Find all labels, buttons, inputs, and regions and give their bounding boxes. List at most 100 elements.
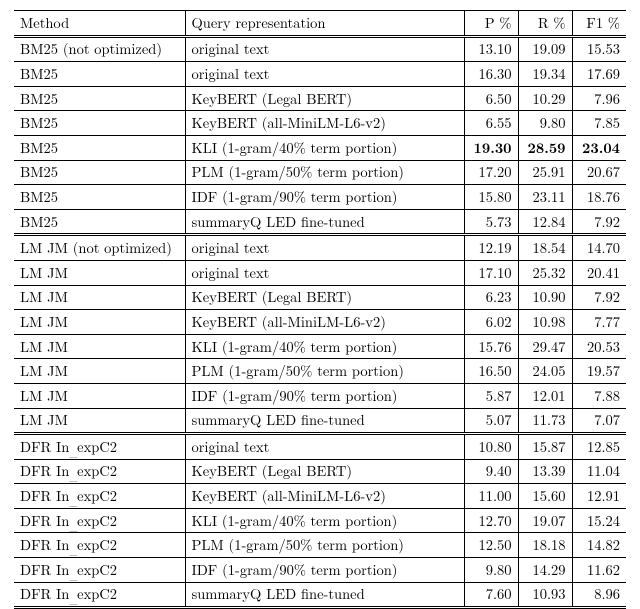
cell-precision: 7.60 [464,582,518,608]
cell-f1: 20.41 [572,260,626,285]
cell-precision: 11.00 [464,484,518,509]
cell-f1: 15.53 [572,36,626,62]
cell-precision: 12.50 [464,533,518,558]
cell-recall: 25.91 [518,160,572,185]
cell-method: BM25 [14,160,185,185]
table-row: DFR In_expC2KLI (1-gram/40% term portion… [14,508,626,533]
cell-method: BM25 [14,185,185,210]
col-f1: F1 % [572,11,626,37]
cell-query-representation: IDF (1-gram/90% term portion) [185,185,464,210]
cell-method: DFR In_expC2 [14,558,185,583]
cell-f1: 8.96 [572,582,626,608]
cell-f1: 11.04 [572,459,626,484]
table-row: BM25 (not optimized)original text13.1019… [14,36,626,62]
cell-query-representation: original text [185,36,464,62]
table-row: DFR In_expC2PLM (1-gram/50% term portion… [14,533,626,558]
cell-f1: 12.85 [572,434,626,460]
cell-recall: 28.59 [518,135,572,160]
cell-query-representation: original text [185,62,464,87]
cell-recall: 15.87 [518,434,572,460]
cell-query-representation: KLI (1-gram/40% term portion) [185,135,464,160]
cell-precision: 10.80 [464,434,518,460]
cell-precision: 15.80 [464,185,518,210]
cell-method: DFR In_expC2 [14,533,185,558]
cell-recall: 29.47 [518,334,572,359]
cell-query-representation: KeyBERT (all-MiniLM-L6-v2) [185,310,464,335]
table-row: LM JMKLI (1-gram/40% term portion)15.762… [14,334,626,359]
cell-f1: 7.88 [572,383,626,408]
cell-recall: 12.84 [518,209,572,235]
cell-precision: 19.30 [464,135,518,160]
cell-f1: 7.85 [572,111,626,136]
table-row: DFR In_expC2summaryQ LED fine-tuned7.601… [14,582,626,608]
cell-precision: 16.30 [464,62,518,87]
cell-query-representation: KLI (1-gram/40% term portion) [185,508,464,533]
cell-recall: 15.60 [518,484,572,509]
cell-precision: 5.73 [464,209,518,235]
table-row: DFR In_expC2KeyBERT (Legal BERT)9.4013.3… [14,459,626,484]
col-recall: R % [518,11,572,37]
cell-recall: 19.07 [518,508,572,533]
cell-recall: 19.09 [518,36,572,62]
table-row: LM JMsummaryQ LED fine-tuned5.0711.737.0… [14,408,626,434]
cell-method: LM JM [14,334,185,359]
col-method: Method [14,11,185,37]
cell-query-representation: original text [185,235,464,261]
cell-method: LM JM (not optimized) [14,235,185,261]
cell-recall: 9.80 [518,111,572,136]
cell-recall: 23.11 [518,185,572,210]
cell-precision: 9.80 [464,558,518,583]
cell-query-representation: PLM (1-gram/50% term portion) [185,160,464,185]
cell-f1: 23.04 [572,135,626,160]
cell-precision: 6.02 [464,310,518,335]
cell-f1: 7.92 [572,209,626,235]
cell-method: DFR In_expC2 [14,459,185,484]
cell-precision: 5.87 [464,383,518,408]
cell-precision: 6.50 [464,86,518,111]
cell-query-representation: original text [185,434,464,460]
cell-precision: 17.10 [464,260,518,285]
cell-recall: 19.34 [518,62,572,87]
cell-recall: 12.01 [518,383,572,408]
cell-precision: 9.40 [464,459,518,484]
cell-method: BM25 [14,209,185,235]
cell-f1: 7.92 [572,285,626,310]
cell-method: LM JM [14,285,185,310]
cell-method: LM JM [14,260,185,285]
cell-query-representation: PLM (1-gram/50% term portion) [185,359,464,384]
cell-recall: 10.93 [518,582,572,608]
cell-method: LM JM [14,408,185,434]
cell-query-representation: KeyBERT (all-MiniLM-L6-v2) [185,484,464,509]
cell-recall: 25.32 [518,260,572,285]
cell-precision: 6.55 [464,111,518,136]
cell-recall: 14.29 [518,558,572,583]
cell-recall: 10.29 [518,86,572,111]
table-row: BM25PLM (1-gram/50% term portion)17.2025… [14,160,626,185]
cell-method: LM JM [14,359,185,384]
table-row: LM JM (not optimized)original text12.191… [14,235,626,261]
cell-query-representation: KLI (1-gram/40% term portion) [185,334,464,359]
cell-query-representation: PLM (1-gram/50% term portion) [185,533,464,558]
cell-f1: 7.07 [572,408,626,434]
cell-query-representation: summaryQ LED fine-tuned [185,408,464,434]
cell-f1: 14.82 [572,533,626,558]
cell-method: DFR In_expC2 [14,484,185,509]
cell-f1: 15.24 [572,508,626,533]
cell-method: BM25 (not optimized) [14,36,185,62]
cell-precision: 15.76 [464,334,518,359]
cell-precision: 6.23 [464,285,518,310]
cell-precision: 13.10 [464,36,518,62]
cell-recall: 10.90 [518,285,572,310]
table-row: DFR In_expC2KeyBERT (all-MiniLM-L6-v2)11… [14,484,626,509]
cell-method: DFR In_expC2 [14,582,185,608]
cell-query-representation: original text [185,260,464,285]
table-row: BM25KeyBERT (Legal BERT)6.5010.297.96 [14,86,626,111]
cell-precision: 12.70 [464,508,518,533]
cell-f1: 20.67 [572,160,626,185]
cell-query-representation: KeyBERT (Legal BERT) [185,86,464,111]
cell-recall: 13.39 [518,459,572,484]
cell-f1: 11.62 [572,558,626,583]
table-row: BM25summaryQ LED fine-tuned5.7312.847.92 [14,209,626,235]
cell-method: BM25 [14,111,185,136]
cell-f1: 7.77 [572,310,626,335]
